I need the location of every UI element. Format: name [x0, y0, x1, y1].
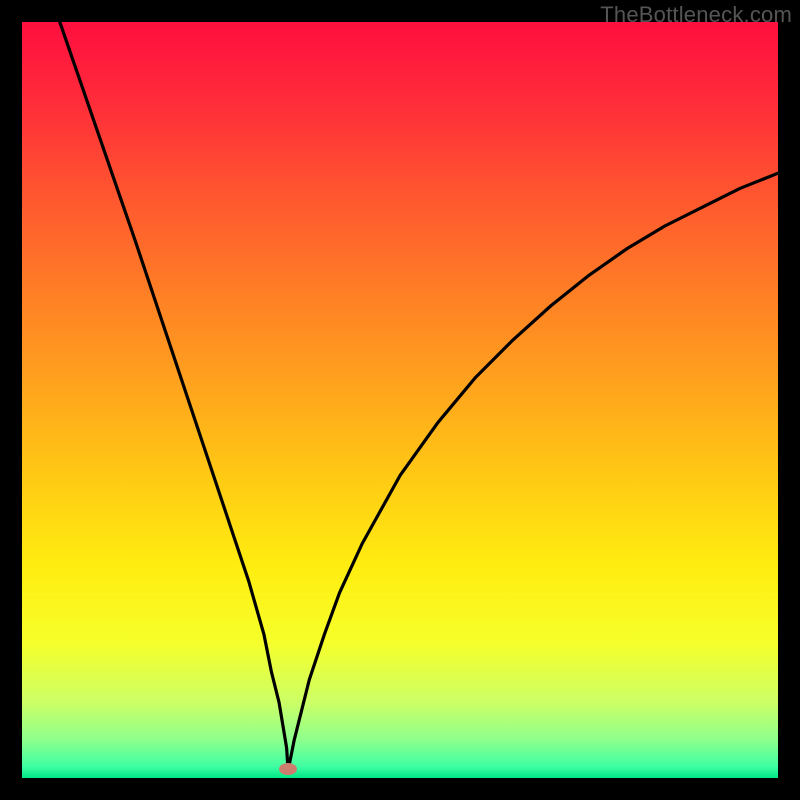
minimum-marker — [279, 763, 297, 775]
bottleneck-chart — [22, 22, 778, 778]
chart-frame — [22, 22, 778, 778]
gradient-background — [22, 22, 778, 778]
